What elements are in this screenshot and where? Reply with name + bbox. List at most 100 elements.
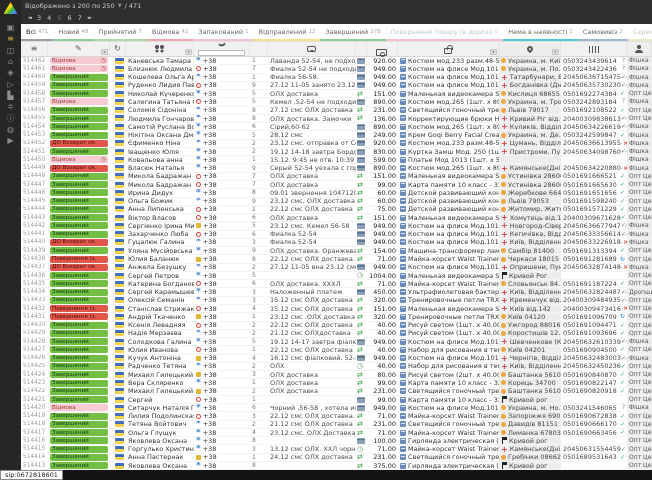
table-row[interactable]: 514430ЗавершенийКсенія Левадняя+38222.12… [21, 322, 652, 330]
table-row[interactable]: 514453ЗавершенийНікітіна Оксана Дми...*+… [21, 131, 652, 139]
table-row[interactable]: 514452ДО Возврат ок..Єфименко Ніна*+3822… [21, 140, 652, 148]
tab-Завершений[interactable]: Завершений278 [320, 24, 385, 41]
status-column[interactable]: ✎▾ [48, 42, 110, 56]
table-row[interactable]: 514425ЗавершенийРадченко Тетяна*+382ОЛХ◷… [21, 363, 652, 371]
table-row[interactable]: 514448ЗавершенийМикола Бадражан+387ОЛХ д… [21, 173, 652, 181]
tab-Новий[interactable]: Новий48 [53, 24, 93, 41]
table-row[interactable]: 514427ЗавершенийЮлия Иванова+38122.12 см… [21, 346, 652, 354]
tab-Відмова[interactable]: Відмова42 [147, 24, 193, 41]
page-button[interactable]: 5 [57, 14, 61, 22]
tab-Запакований[interactable]: Запакований1 [193, 24, 253, 41]
table-row[interactable]: 514441ЗавершенийЗахарченко Люба+386Фиалк… [21, 231, 652, 239]
table-row[interactable]: 514413ЗавершенийЯковлева Оксана*+388⇄375… [21, 462, 652, 470]
table-row[interactable]: 514418ЗавершенийТетяна Войтович*+38221.1… [21, 421, 652, 429]
reports-icon[interactable]: ▙ [7, 90, 15, 101]
table-row[interactable]: 514435ЗавершенийКатерина Богданова+386ОЛ… [21, 280, 652, 288]
order-comment: Фиалка 52-54 [268, 231, 356, 238]
chevron-down-icon[interactable]: ▼ [118, 3, 122, 9]
info-icon[interactable]: ⓘ [7, 112, 15, 123]
phone-column[interactable] [194, 42, 250, 56]
offers-icon[interactable]: ◈ [7, 67, 15, 78]
sites-icon[interactable]: ◍ [7, 124, 15, 135]
table-row[interactable]: 514423ЗавершенийВера Скляренко*+381ОЛХ д… [21, 379, 652, 387]
table-row[interactable]: 514429ЗавершенийНадія Мерзаєва*+38221.12… [21, 330, 652, 338]
table-row[interactable]: 514446ЗавершенийИрина Дидух*+38809.01 зв… [21, 189, 652, 197]
table-row[interactable]: 514454ЗавершенийСамотій Руслана Во...*+3… [21, 123, 652, 131]
table-row[interactable]: 514457ВідмоваСалегина Татьяна С...+385Ке… [21, 98, 652, 106]
payment-column[interactable] [356, 42, 367, 56]
table-row[interactable]: 514445ЗавершенийОльга Божик*+38923.12 см… [21, 198, 652, 206]
table-row[interactable]: 514419ЗавершенийЛилия Подолинская+38322.… [21, 412, 652, 420]
campaigns-icon[interactable]: ▷ [7, 78, 15, 89]
table-row[interactable]: 514449ДО Возврат ок..Власюк Наталья*+389… [21, 164, 652, 172]
delivery-column[interactable]: ▾ [499, 42, 561, 56]
table-row[interactable]: 514461Відмова◷Близнюк Людмила ...+387Фиа… [21, 65, 652, 73]
tab-Повернення товару (в дорозі)[interactable]: Повернення товару (в дорозі)0 [386, 24, 503, 41]
source-column[interactable] [627, 42, 652, 56]
filter-dropdown[interactable]: ▾ [185, 49, 192, 55]
first-page-button[interactable]: ◂◂ [28, 15, 31, 21]
table-row[interactable]: 514444ЗавершенийАнна Липенська+38222.12 … [21, 206, 652, 214]
table-row[interactable]: 514414ЗавершенийАнна Пастернак+38124.12 … [21, 454, 652, 462]
table-row[interactable]: 514431Повернення (з..Андрій Ткаченко+381… [21, 313, 652, 321]
table-row[interactable]: 514447ЗавершенийМикола Бадражан+387ОЛХ д… [21, 181, 652, 189]
filter-dropdown[interactable]: ▾ [552, 49, 559, 55]
id-column[interactable]: ≡ [21, 42, 48, 56]
table-row[interactable]: 514433ЗавершенийОлексій Семанін*+38315.1… [21, 297, 652, 305]
table-row[interactable]: 514437ДО Возврат ок..Анжела Безушку*+382… [21, 264, 652, 272]
table-row[interactable]: 514434ЗавершенийСергей Карамышев*+383Нал… [21, 288, 652, 296]
table-row[interactable]: 514421ЗавершенийСергей+38199.00Карта пам… [21, 396, 652, 404]
dashboard-icon[interactable]: ▣ [7, 22, 15, 33]
tab-Самовивіз[interactable]: Самовивіз2 [578, 24, 628, 41]
page-button[interactable]: 4 [47, 14, 51, 22]
filter-dropdown[interactable]: ▾ [101, 49, 108, 55]
table-row[interactable]: 514451ЗавершенийІващенко Юлія*+38219.12 … [21, 148, 652, 156]
table-row[interactable]: 514440ДО Возврат ок..Гуцалюк Галина*+383… [21, 239, 652, 247]
tab-Сервіси[interactable]: Сервіси0 [628, 24, 652, 41]
table-row[interactable]: 514436ЗавершенийСергей Петров*+385◷1004.… [21, 272, 652, 280]
table-row[interactable]: 514443ЗавершенийВіктор Власов+386ОЛХ дос… [21, 214, 652, 222]
table-row[interactable]: 514455ЗавершенийЛюдмила Гончарова*+388ОЛ… [21, 115, 652, 123]
video-icon[interactable]: ▶ [7, 135, 15, 146]
filter-dropdown[interactable]: ▾ [490, 49, 497, 55]
phone-filter-input[interactable] [198, 50, 245, 56]
table-row[interactable]: 514426ЗавершенийКучук Антоніна+38416.12 … [21, 355, 652, 363]
table-row[interactable]: 514428ЗавершенийСолодкова Галина В...*+3… [21, 338, 652, 346]
table-row[interactable]: 514424ЗавершенийМихаил Гилецький+383ОЛХ … [21, 371, 652, 379]
ttn-column[interactable] [561, 42, 627, 56]
page-button[interactable]: 6 [67, 14, 71, 22]
table-row[interactable]: 514422ЗавершенийМихаил Гилецький+382ОЛХ … [21, 388, 652, 396]
table-row[interactable]: 514416ЗавершенийЯковлева Оксана*+388100.… [21, 437, 652, 445]
page-button[interactable]: 3 [37, 14, 41, 22]
page-button[interactable]: 7 [78, 14, 82, 22]
table-row[interactable]: 514462Відмова◷Каневська Тамара ...*+381Л… [21, 57, 652, 65]
table-row[interactable]: 514460ЗавершенийКошелева Ольга Ар...*+38… [21, 74, 652, 82]
table-row[interactable]: 514459ЗавершенийРуденко Лидия Пав...+389… [21, 82, 652, 90]
app-logo-icon[interactable] [4, 2, 18, 14]
table-row[interactable]: 514450Відмова◷Ковальова анна*+38115.12. … [21, 156, 652, 164]
settings-icon[interactable]: ≑ [7, 101, 15, 112]
product-column[interactable]: ▾ [398, 42, 499, 56]
warehouse-icon[interactable]: ⌂ [7, 56, 15, 67]
comment-column[interactable] [268, 42, 356, 56]
table-row[interactable]: 514438Повернення (з..Юлия Баланюк+38822.… [21, 255, 652, 263]
price-column[interactable] [367, 42, 398, 56]
orders-icon[interactable]: ≡ [7, 33, 15, 44]
table-row[interactable]: 514439ЗавершенийУляна Мусійовська*+389ОЛ… [21, 247, 652, 255]
last-page-button[interactable]: ▸▸ [88, 15, 91, 21]
tab-Нема в наявності[interactable]: Нема в наявності1 [503, 24, 578, 41]
calls-column[interactable] [250, 42, 268, 56]
table-row[interactable]: 514432Повернення (з..Станіслав Стрижак+3… [21, 305, 652, 313]
client-column[interactable]: ▾ [126, 42, 194, 56]
clients-icon[interactable]: ◫ [7, 45, 15, 56]
table-row[interactable]: 514456ЗавершенийСоломія Сідоніна*+38827.… [21, 107, 652, 115]
table-row[interactable]: 514442ЗавершенийСергіенко Ірина Ми...+38… [21, 222, 652, 230]
tab-Всі[interactable]: Всі471 [21, 24, 53, 41]
tab-Відправлений[interactable]: Відправлений12 [254, 24, 321, 41]
table-row[interactable]: 514458ЗавершенийНиколай Кучеренко*+385ОЛ… [21, 90, 652, 98]
table-row[interactable]: 514415ЗавершенийГоргулько Христина...*+3… [21, 445, 652, 453]
tab-Прийнятий[interactable]: Прийнятий7 [94, 24, 147, 41]
country-column[interactable]: ↻ [110, 42, 126, 56]
table-row[interactable]: 514420ВідмоваСитарчук Наталія Гр...*+386… [21, 404, 652, 412]
table-row[interactable]: 514417ЗавершенийОльга Глущук*+38423.12 с… [21, 429, 652, 437]
